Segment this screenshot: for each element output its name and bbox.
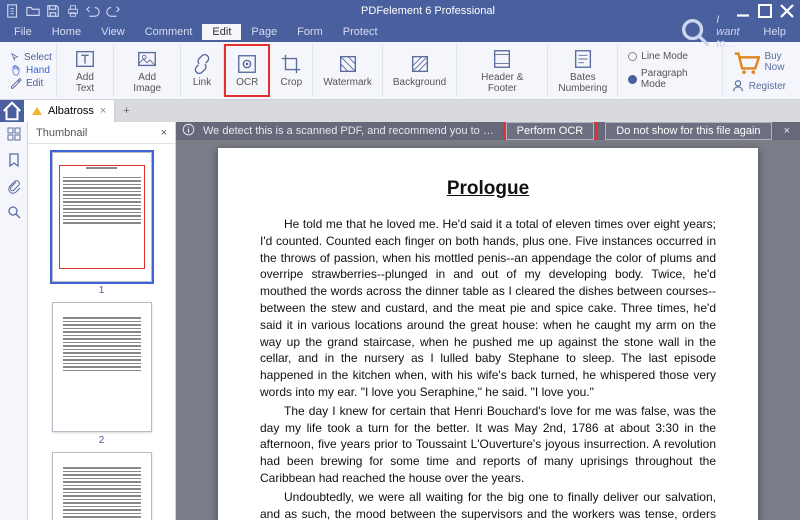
search-panel-icon[interactable] xyxy=(6,204,22,220)
home-tab-button[interactable] xyxy=(0,100,24,122)
paragraph-mode-radio[interactable]: Paragraph Mode xyxy=(628,68,711,90)
bookmark-icon[interactable] xyxy=(6,152,22,168)
bates-button[interactable]: Bates Numbering xyxy=(554,46,611,96)
new-tab-button[interactable]: + xyxy=(115,105,137,117)
menu-file[interactable]: File xyxy=(4,24,42,40)
tool-mode-group: Select Hand Edit xyxy=(6,44,57,97)
menu-help[interactable]: Help xyxy=(753,24,796,40)
page-number: 1 xyxy=(52,285,152,296)
crop-icon xyxy=(280,53,302,75)
crop-button[interactable]: Crop xyxy=(276,51,306,90)
menu-comment[interactable]: Comment xyxy=(135,24,203,40)
background-button[interactable]: Background xyxy=(389,51,450,90)
document-tab-bar: Albatross × + xyxy=(0,100,800,122)
doc-paragraph: The day I knew for certain that Henri Bo… xyxy=(260,403,716,487)
dismiss-banner-button[interactable]: Do not show for this file again xyxy=(605,122,771,140)
select-tool[interactable]: Select xyxy=(10,52,52,63)
radio-off-icon xyxy=(628,52,637,61)
thumbnail-panel: Thumbnail × 1 2 3 xyxy=(28,122,176,520)
thumbnail-panel-icon[interactable] xyxy=(6,126,22,142)
thumbnail-panel-title: Thumbnail xyxy=(36,127,87,139)
watermark-button[interactable]: Watermark xyxy=(319,51,376,90)
edit-tool[interactable]: Edit xyxy=(10,77,43,89)
redo-icon[interactable] xyxy=(106,4,120,18)
buy-now-button[interactable]: Buy Now xyxy=(731,48,786,78)
menu-edit[interactable]: Edit xyxy=(202,24,241,40)
app-icon xyxy=(6,4,20,18)
window-title: PDFelement 6 Professional xyxy=(126,5,730,17)
thumbnail-page[interactable]: 3 xyxy=(52,452,152,520)
attachment-icon[interactable] xyxy=(6,178,22,194)
doc-paragraph: He told me that he loved me. He'd said i… xyxy=(260,216,716,401)
menu-protect[interactable]: Protect xyxy=(333,24,388,40)
perform-ocr-button[interactable]: Perform OCR xyxy=(506,122,595,140)
maximize-button[interactable] xyxy=(756,2,774,20)
header-footer-button[interactable]: Header & Footer xyxy=(463,46,541,96)
menu-form[interactable]: Form xyxy=(287,24,333,40)
banner-close-icon[interactable]: × xyxy=(780,125,794,137)
ocr-icon xyxy=(236,53,258,75)
page-number: 2 xyxy=(52,435,152,446)
link-button[interactable]: Link xyxy=(187,51,217,90)
undo-icon[interactable] xyxy=(86,4,100,18)
doc-heading: Prologue xyxy=(260,178,716,200)
document-tab[interactable]: Albatross × xyxy=(24,100,115,122)
menu-view[interactable]: View xyxy=(91,24,135,40)
pdf-page[interactable]: Prologue He told me that he loved me. He… xyxy=(218,148,758,520)
menu-bar: File Home View Comment Edit Page Form Pr… xyxy=(0,22,800,42)
print-icon[interactable] xyxy=(66,4,80,18)
watermark-icon xyxy=(337,53,359,75)
ocr-button[interactable]: OCR xyxy=(232,51,262,90)
document-area: We detect this is a scanned PDF, and rec… xyxy=(176,122,800,520)
add-text-button[interactable]: Add Text xyxy=(63,46,108,96)
thumbnail-page[interactable]: 1 xyxy=(52,152,152,296)
close-button[interactable] xyxy=(778,2,796,20)
tab-close-icon[interactable]: × xyxy=(100,105,106,117)
info-icon xyxy=(182,123,195,139)
add-image-button[interactable]: Add Image xyxy=(120,46,174,96)
bates-icon xyxy=(572,48,594,70)
workspace: Thumbnail × 1 2 3 We detect this is a sc… xyxy=(0,122,800,520)
menu-home[interactable]: Home xyxy=(42,24,91,40)
line-mode-radio[interactable]: Line Mode xyxy=(628,51,688,62)
text-icon xyxy=(74,48,96,70)
tab-title: Albatross xyxy=(48,105,94,117)
radio-on-icon xyxy=(628,75,637,84)
thumbnail-page[interactable]: 2 xyxy=(52,302,152,446)
thumbnail-panel-close[interactable]: × xyxy=(161,127,167,139)
image-icon xyxy=(136,48,158,70)
header-footer-icon xyxy=(491,48,513,70)
ribbon: Select Hand Edit Add Text Add Image Link… xyxy=(0,42,800,100)
thumbnail-list[interactable]: 1 2 3 xyxy=(28,144,175,520)
quick-access xyxy=(0,4,126,18)
warning-icon xyxy=(32,107,42,115)
ribbon-right: Buy Now Register xyxy=(723,44,794,97)
ocr-banner: We detect this is a scanned PDF, and rec… xyxy=(176,122,800,140)
hand-tool[interactable]: Hand xyxy=(10,64,50,76)
menu-page[interactable]: Page xyxy=(241,24,287,40)
open-icon[interactable] xyxy=(26,4,40,18)
side-toolbar xyxy=(0,122,28,520)
link-icon xyxy=(191,53,213,75)
doc-paragraph: Undoubtedly, we were all waiting for the… xyxy=(260,489,716,520)
banner-message: We detect this is a scanned PDF, and rec… xyxy=(203,125,495,137)
save-icon[interactable] xyxy=(46,4,60,18)
register-button[interactable]: Register xyxy=(731,79,786,93)
background-icon xyxy=(409,53,431,75)
